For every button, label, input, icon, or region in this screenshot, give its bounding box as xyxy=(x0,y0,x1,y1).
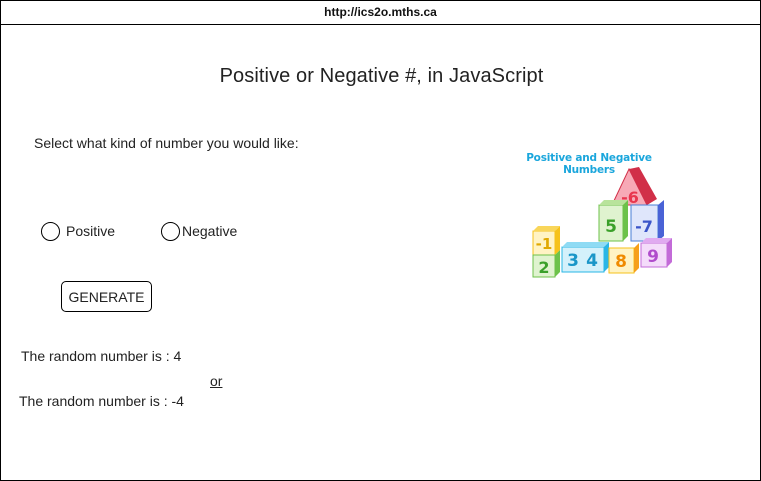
block-label: 2 xyxy=(538,258,549,277)
positive-radio[interactable] xyxy=(41,221,60,241)
positive-label: Positive xyxy=(66,223,116,239)
negative-option[interactable]: Negative xyxy=(161,220,237,242)
block-34-side xyxy=(604,242,609,272)
block-label: 5 xyxy=(605,217,617,237)
block-5-side xyxy=(623,200,628,241)
block-9-side xyxy=(667,238,672,267)
negative-radio[interactable] xyxy=(161,221,180,241)
address-bar[interactable]: http://ics2o.mths.ca xyxy=(1,1,760,25)
block-5-top xyxy=(599,200,628,205)
block-label: 4 xyxy=(586,251,598,271)
block-label: 9 xyxy=(647,247,659,267)
result-positive-text: The random number is : 4 xyxy=(21,348,182,364)
result-negative-text: The random number is : -4 xyxy=(19,393,184,409)
browser-window: http://ics2o.mths.ca Positive or Negativ… xyxy=(0,0,761,481)
positive-option[interactable]: Positive xyxy=(41,220,115,242)
page-title: Positive or Negative #, in JavaScript xyxy=(219,65,544,87)
negative-label: Negative xyxy=(182,223,238,239)
block-label: -1 xyxy=(536,235,553,253)
block-minus7-side xyxy=(658,200,664,241)
block-minus1-side xyxy=(555,226,560,255)
block-label: 3 xyxy=(567,251,579,271)
number-blocks-illustration: Positive and Negative Numbers -6 5 -7 -1… xyxy=(499,147,679,279)
number-blocks-image: -6 5 -7 -1 2 3 4 8 9 xyxy=(532,167,672,278)
or-separator: or xyxy=(210,373,223,389)
generate-button[interactable]: GENERATE xyxy=(61,281,152,312)
selection-prompt: Select what kind of number you would lik… xyxy=(34,135,299,151)
block-9-top xyxy=(641,238,672,243)
block-8-side xyxy=(634,243,639,273)
block-label: 8 xyxy=(615,252,627,272)
block-34-top xyxy=(562,242,609,247)
block-label: -7 xyxy=(635,217,653,236)
